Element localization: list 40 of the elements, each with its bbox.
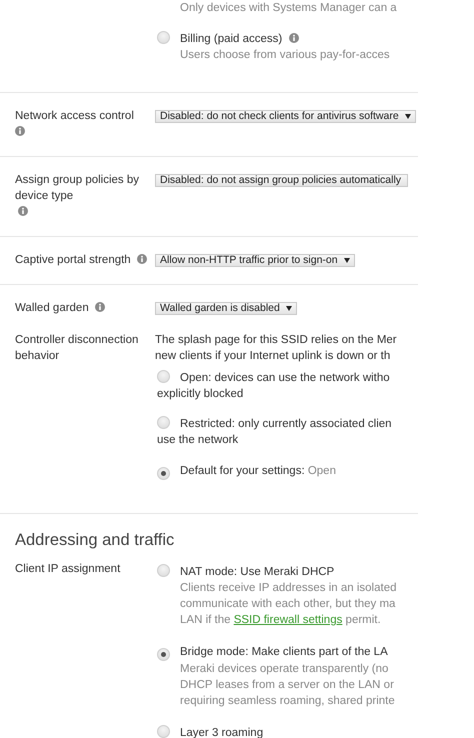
section-heading: Addressing and traffic	[14, 530, 176, 550]
dropdown-select[interactable]: Disabled: do not check clients for antivirus software	[155, 110, 416, 123]
setting-label: Controller disconnection behavior	[15, 333, 140, 364]
radio-button[interactable]	[157, 564, 170, 577]
radio-label[interactable]: Bridge mode: Make clients part of the LA	[180, 646, 388, 658]
radio-button[interactable]	[157, 31, 170, 44]
option-description: Clients receive IP addresses in an isolated	[179, 581, 398, 596]
option-description: Users choose from various pay-for-acces	[179, 48, 391, 63]
radio-label[interactable]: Open: devices can use the network witho explicitly blocked	[157, 370, 418, 402]
radio-button[interactable]	[157, 370, 170, 383]
radio-label[interactable]: NAT mode: Use Meraki DHCP	[180, 566, 334, 578]
setting-description: The splash page for this SSID relies on the Mer	[155, 333, 398, 348]
option-description: DHCP leases from a server on the LAN or	[179, 678, 395, 693]
option-description: requiring seamless roaming, shared printe	[179, 694, 396, 709]
radio-button[interactable]	[157, 648, 170, 661]
info-icon[interactable]	[95, 302, 106, 312]
info-icon[interactable]	[288, 33, 299, 43]
radio-label[interactable]: Default for your settings: Open	[180, 465, 336, 477]
setting-description: new clients if your Internet uplink is down or th	[155, 349, 392, 364]
info-icon[interactable]	[15, 126, 25, 136]
setting-label: Assign group policies by device type	[15, 173, 140, 204]
radio-label[interactable]: Restricted: only currently associated clien use the network	[157, 416, 418, 448]
firewall-settings-link[interactable]: SSID firewall settings	[234, 614, 342, 626]
info-icon[interactable]	[18, 206, 28, 216]
dropdown-select[interactable]: Allow non-HTTP traffic prior to sign-on	[155, 254, 355, 267]
setting-label: Client IP assignment	[15, 563, 120, 575]
setting-label: Walled garden	[15, 301, 89, 316]
option-description: Only devices with Systems Manager can a	[179, 1, 398, 16]
setting-label: Network access control	[15, 109, 134, 124]
info-icon[interactable]	[137, 254, 148, 264]
radio-label[interactable]: Billing (paid access)	[180, 33, 282, 45]
option-description: LAN if the SSID firewall settings permit.	[179, 613, 382, 628]
option-description: communicate with each other, but they ma	[179, 597, 396, 612]
radio-button[interactable]	[157, 467, 170, 480]
radio-button[interactable]	[157, 416, 170, 429]
dropdown-select[interactable]: Walled garden is disabled	[155, 302, 297, 315]
dropdown-select[interactable]: Disabled: do not assign group policies automatically	[155, 174, 408, 187]
radio-button[interactable]	[157, 725, 170, 738]
setting-label: Captive portal strength	[15, 253, 131, 268]
option-description: Meraki devices operate transparently (no	[179, 662, 390, 677]
